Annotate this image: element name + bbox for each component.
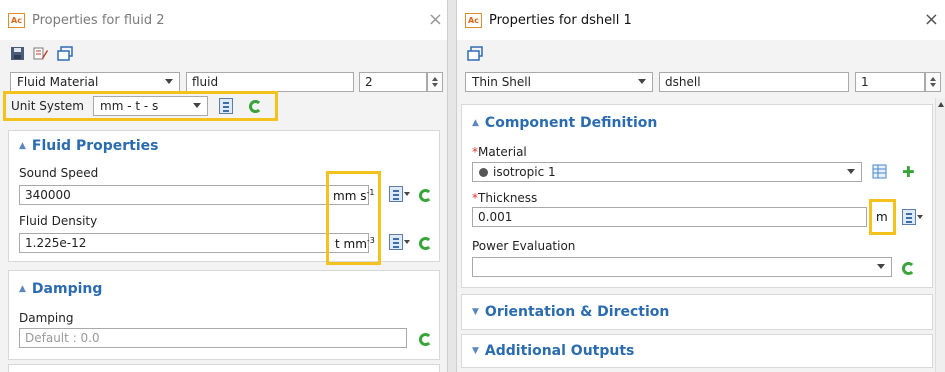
material-type-select[interactable]: Fluid Material (10, 72, 180, 92)
close-icon[interactable]: × (428, 9, 443, 30)
sound-speed-unit: mm s-1 (333, 188, 375, 203)
id-field[interactable]: 2 (359, 72, 427, 92)
chevron-down-icon (193, 103, 201, 108)
left-titlebar: Ac Properties for fluid 2 × (0, 0, 447, 40)
damping-section: ▲ Damping Damping Default : 0.0 (8, 270, 440, 360)
sound-speed-field[interactable]: 340000 (19, 185, 369, 205)
caret-down-icon: ▼ (472, 307, 479, 317)
component-name-field[interactable]: dshell (659, 72, 849, 92)
refresh-icon[interactable] (419, 189, 432, 202)
additional-outputs-title: Additional Outputs (484, 343, 635, 359)
component-name-value: dshell (665, 75, 701, 89)
caret-up-icon: ▲ (19, 141, 26, 151)
caret-down-icon: ▼ (472, 346, 479, 356)
next-section-edge (8, 364, 440, 372)
name-value: fluid (192, 75, 219, 89)
chevron-down-icon (847, 169, 855, 174)
scroll-up-icon[interactable] (938, 102, 944, 107)
damping-placeholder: Default : 0.0 (25, 331, 100, 345)
material-type-value: Fluid Material (17, 75, 99, 89)
additional-outputs-header[interactable]: ▼ Additional Outputs (472, 343, 634, 359)
refresh-icon[interactable] (902, 262, 915, 275)
fluid-properties-title: Fluid Properties (31, 138, 159, 154)
left-properties-panel: Ac Properties for fluid 2 × Fluid Materi… (0, 0, 448, 372)
fluid-density-unit: t mm-3 (335, 236, 375, 251)
sound-speed-calculator-icon[interactable] (389, 186, 410, 202)
right-properties-panel: Ac Properties for dshell 1 × Thin Shell … (456, 0, 945, 372)
add-material-icon[interactable]: ✚ (902, 163, 915, 181)
id-stepper[interactable] (427, 72, 443, 92)
component-definition-title: Component Definition (484, 115, 658, 131)
unit-system-label: Unit System (11, 99, 84, 113)
damping-title: Damping (31, 281, 103, 297)
sound-speed-value: 340000 (25, 188, 71, 202)
power-evaluation-select[interactable] (472, 257, 892, 277)
caret-up-icon: ▲ (472, 118, 479, 128)
sound-speed-label: Sound Speed (19, 166, 99, 180)
table-icon[interactable] (872, 164, 887, 179)
orientation-header[interactable]: ▼ Orientation & Direction (472, 304, 669, 320)
component-id-field[interactable]: 1 (855, 72, 925, 92)
fluid-density-label: Fluid Density (19, 214, 98, 228)
right-toolbar (457, 40, 945, 66)
right-titlebar: Ac Properties for dshell 1 × (457, 0, 945, 40)
component-id-stepper[interactable] (925, 72, 941, 92)
name-field[interactable]: fluid (186, 72, 354, 92)
fluid-properties-section: ▲ Fluid Properties Sound Speed 340000 mm… (8, 130, 440, 262)
component-type-value: Thin Shell (472, 75, 531, 89)
component-definition-header[interactable]: ▲ Component Definition (472, 115, 657, 131)
chevron-down-icon (877, 264, 885, 269)
refresh-icon[interactable] (249, 100, 262, 113)
close-icon[interactable]: × (924, 9, 939, 30)
vertical-scrollbar[interactable] (935, 98, 945, 372)
unit-calculator-icon[interactable] (219, 98, 233, 114)
window-icon[interactable] (57, 45, 73, 61)
orientation-section[interactable]: ▼ Orientation & Direction (461, 294, 933, 330)
edit-icon[interactable] (33, 46, 49, 61)
component-id-value: 1 (861, 75, 869, 89)
thickness-unit: m (876, 210, 888, 224)
fluid-properties-header[interactable]: ▲ Fluid Properties (19, 138, 158, 154)
refresh-icon[interactable] (419, 333, 432, 346)
chevron-down-icon (165, 79, 173, 84)
damping-field[interactable]: Default : 0.0 (19, 328, 407, 348)
thickness-calculator-icon[interactable] (902, 209, 923, 225)
id-value: 2 (365, 75, 373, 89)
thickness-value: 0.001 (478, 210, 513, 224)
thickness-label: *Thickness (472, 191, 538, 205)
material-label: *Material (472, 145, 527, 159)
material-sphere-icon (479, 167, 488, 177)
component-type-select[interactable]: Thin Shell (465, 72, 653, 92)
left-toolbar (0, 40, 447, 66)
material-select[interactable]: isotropic 1 (472, 162, 862, 182)
refresh-icon[interactable] (419, 237, 432, 250)
additional-outputs-section[interactable]: ▼ Additional Outputs (461, 334, 933, 368)
caret-up-icon: ▲ (19, 284, 26, 294)
unit-system-value: mm - t - s (100, 99, 159, 113)
app-icon: Ac (465, 12, 482, 28)
unit-system-select[interactable]: mm - t - s (93, 96, 208, 116)
left-title: Properties for fluid 2 (32, 12, 165, 28)
component-definition-section: ▲ Component Definition *Material isotrop… (461, 104, 933, 288)
window-icon[interactable] (467, 45, 483, 61)
thickness-field[interactable]: 0.001 (472, 207, 867, 227)
fluid-density-field[interactable]: 1.225e-12 (19, 233, 369, 253)
material-value: isotropic 1 (493, 165, 556, 179)
app-icon: Ac (8, 12, 25, 28)
chevron-down-icon (638, 79, 646, 84)
save-icon[interactable] (10, 46, 25, 61)
panel-divider (448, 0, 456, 372)
right-title: Properties for dshell 1 (489, 12, 632, 28)
orientation-title: Orientation & Direction (484, 304, 670, 320)
fluid-density-value: 1.225e-12 (25, 236, 87, 250)
power-evaluation-label: Power Evaluation (472, 239, 576, 253)
damping-label: Damping (19, 311, 74, 325)
damping-header[interactable]: ▲ Damping (19, 281, 102, 297)
fluid-density-calculator-icon[interactable] (389, 234, 410, 250)
